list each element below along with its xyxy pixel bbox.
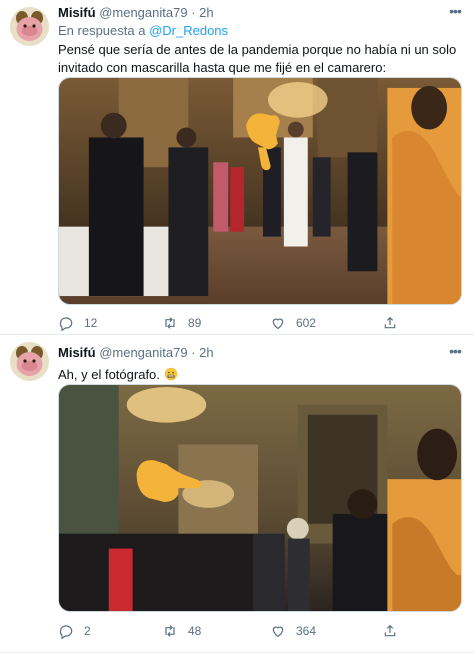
retweet-icon [165,317,175,329]
reply-prefix: En respuesta a [58,23,146,38]
tweet-header: Misifú @menganita79 · 2h ••• [58,4,464,22]
share-icon [384,624,396,637]
more-icon[interactable]: ••• [446,4,464,22]
share-button[interactable] [382,621,398,641]
timestamp[interactable]: 2h [199,5,213,20]
reply-count: 12 [84,316,98,330]
tweet-media[interactable] [58,77,462,305]
separator: · [191,5,196,20]
tweet-actions: 2 48 364 [58,621,398,641]
tweet[interactable]: Misifú @menganita79 · 2h ••• Ah, y el fo… [0,334,474,653]
tweet-text: Pensé que sería de antes de la pandemia … [58,42,457,75]
like-button[interactable]: 602 [270,313,316,333]
avatar-image [10,342,49,381]
tweet-text-line: Ah, y el fotógrafo. [58,366,464,384]
retweet-icon [165,625,175,637]
retweet-count: 48 [188,624,202,638]
display-name[interactable]: Misifú [58,5,96,20]
like-button[interactable]: 364 [270,621,316,641]
tweet-actions: 12 89 602 [58,313,398,333]
retweet-button[interactable]: 48 [162,621,201,641]
avatar[interactable] [10,342,49,381]
like-icon [272,318,284,330]
user-handle[interactable]: @menganita79 [99,345,187,360]
avatar-image [10,7,49,46]
reply-button[interactable]: 2 [58,621,91,641]
reply-context: En respuesta a @Dr_Redons [58,22,464,39]
like-count: 602 [296,316,317,330]
reply-count: 2 [84,624,91,638]
avatar[interactable] [10,7,49,46]
reply-button[interactable]: 12 [58,313,97,333]
reply-mention-link[interactable]: @Dr_Redons [149,23,228,38]
media-image [59,385,461,611]
media-image [59,78,461,304]
display-name[interactable]: Misifú [58,345,96,360]
separator: · [191,345,196,360]
user-handle[interactable]: @menganita79 [99,5,187,20]
like-count: 364 [296,624,317,638]
share-button[interactable] [382,313,398,333]
grimacing-face-emoji [164,367,177,381]
timestamp[interactable]: 2h [199,345,213,360]
tweet-header: Misifú @menganita79 · 2h ••• [58,344,464,362]
more-icon[interactable]: ••• [446,344,464,362]
like-icon [272,626,284,638]
tweet-media[interactable] [58,384,462,612]
share-icon [384,316,396,329]
tweet[interactable]: Misifú @menganita79 · 2h ••• En respuest… [0,0,474,334]
reply-icon [59,317,73,331]
tweet-text: Ah, y el fotógrafo. [58,367,160,382]
retweet-button[interactable]: 89 [162,313,201,333]
retweet-count: 89 [188,316,202,330]
reply-icon [59,625,73,639]
